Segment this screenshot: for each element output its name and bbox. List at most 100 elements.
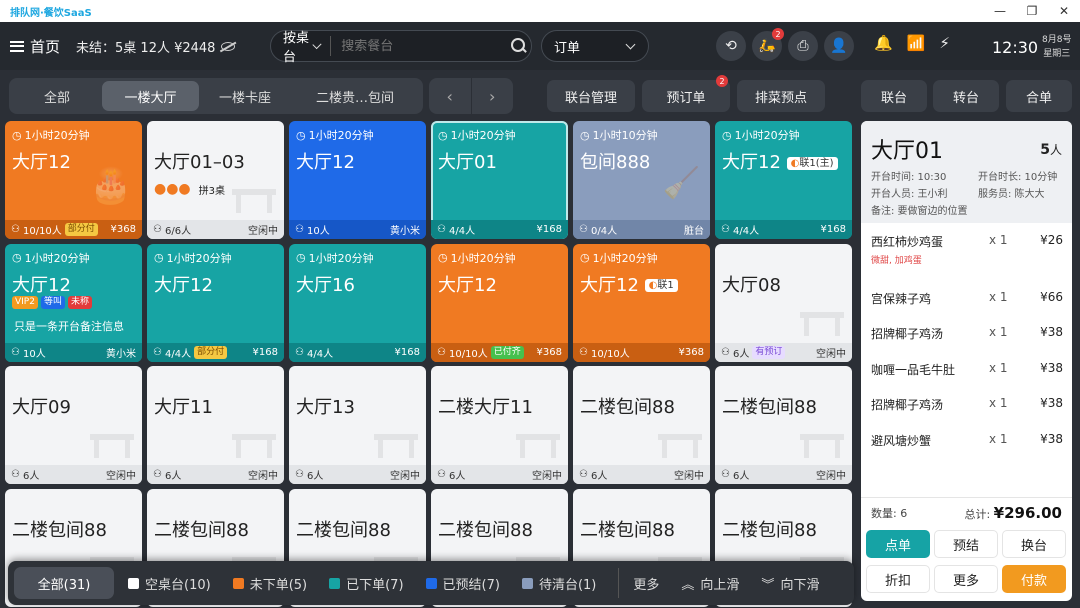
card-footer: ⚇ 10/10人 部分付 ¥368 <box>5 220 142 239</box>
card-footer: ⚇ 10人 黄小米 <box>5 342 142 362</box>
change-table-button[interactable]: 换台 <box>1002 530 1066 558</box>
table-name: 大厅12 <box>12 148 71 174</box>
table-card[interactable]: 大厅09 ⚇ 6人 空闲中 <box>5 366 142 484</box>
chevron-right-icon[interactable]: › <box>472 78 514 114</box>
item-count: 数量: 6 <box>871 506 908 520</box>
table-name-text: 大厅11 <box>154 397 213 418</box>
table-name: 二楼包间88 <box>438 516 533 542</box>
order-header: 大厅01 5人 开台时间: 10:30 开台时长: 10分钟 开台人员: 王小利… <box>861 121 1072 223</box>
more-button[interactable]: 更多 <box>934 565 998 593</box>
reservations-button[interactable]: 预订单 2 <box>642 75 730 112</box>
table-card[interactable]: 大厅11 ⚇ 6人 空闲中 <box>147 366 284 484</box>
reservations-badge: 2 <box>716 75 728 87</box>
table-card[interactable]: 二楼大厅11 ⚇ 6人 空闲中 <box>431 366 568 484</box>
scroll-down-label: 向下滑 <box>780 577 820 593</box>
joint-management-button[interactable]: 联台管理 <box>547 80 635 112</box>
table-card[interactable]: ◷ 1小时20分钟 大厅12 ◐联1(主) ⚇ 4/4人 ¥168 <box>715 121 852 239</box>
filter-empty-label: 空桌台(10) <box>145 577 211 593</box>
tab-first-floor-hall[interactable]: 一楼大厅 <box>102 81 199 111</box>
presettle-button[interactable]: 预结 <box>934 530 998 558</box>
transfer-table-button[interactable]: 转台 <box>933 80 999 112</box>
table-card[interactable]: 大厅01–03 ●●● 拼3桌 ⚇ 6/6人 空闲中 <box>147 121 284 239</box>
join-table-button[interactable]: 联台 <box>861 80 927 112</box>
table-filter-select[interactable]: 按桌台 <box>271 31 332 65</box>
filter-not-ordered[interactable]: 未下单(5) <box>232 574 307 593</box>
discount-button[interactable]: 折扣 <box>866 565 930 593</box>
table-card[interactable]: ◷ 1小时20分钟 大厅12 🎂 ⚇ 10/10人 部分付 ¥368 <box>5 121 142 239</box>
order-filter-select[interactable]: 订单 <box>541 30 649 62</box>
maximize-icon[interactable]: ❐ <box>1016 0 1048 22</box>
empty-swatch-icon <box>128 577 139 589</box>
table-card[interactable]: ◷ 1小时20分钟 大厅12 VIP2 等叫 未称 只是一条开台备注信息 ⚇ 10人 黄小米 <box>5 243 142 362</box>
payment-tag: 已付齐 <box>490 345 524 359</box>
scroll-down-button[interactable]: ︾ 向下滑 <box>761 574 819 593</box>
table-card[interactable]: ◷ 1小时20分钟 大厅12 ⚇ 10/10人 已付齐 ¥368 <box>431 243 568 362</box>
tab-second-floor-vip[interactable]: 二楼贵…包间 <box>291 81 419 111</box>
table-name: 大厅12 <box>438 271 497 297</box>
delivery-icon[interactable]: 🛵 2 <box>752 28 784 61</box>
order-button[interactable]: 点单 <box>866 530 930 558</box>
timer-text: 1小时10分钟 <box>592 129 658 142</box>
clock-icon: ◷ <box>722 128 732 142</box>
guests: ⚇ 6人 <box>579 467 607 482</box>
table-card[interactable]: ◷ 1小时10分钟 包间888 🧹 ⚇ 0/4人 脏台 <box>573 121 710 239</box>
refresh-icon[interactable]: ⟲ <box>716 31 746 61</box>
date-line-2: 星期三 <box>1043 49 1071 59</box>
guests-text: 6/6人 <box>164 226 192 237</box>
table-card[interactable]: ◷ 1小时20分钟 大厅12 ⚇ 4/4人 部分付 ¥168 <box>147 243 284 362</box>
item-qty: x 1 <box>989 233 1008 247</box>
table-card[interactable]: 大厅13 ⚇ 6人 空闲中 <box>289 366 426 484</box>
table-card[interactable]: ◷ 1小时20分钟 大厅12 ◐联1 ⚇ 10/10人 ¥368 <box>573 243 710 362</box>
item-name: 咖喱一品毛牛肚 <box>871 363 956 377</box>
pay-button[interactable]: 付款 <box>1002 565 1066 593</box>
home-button[interactable]: 首页 <box>10 36 60 57</box>
table-card[interactable]: ◷ 1小时20分钟 大厅16 ⚇ 4/4人 ¥168 <box>289 243 426 362</box>
table-name: 大厅12 ◐联1(主) <box>722 148 838 174</box>
table-name-text: 大厅08 <box>722 274 781 296</box>
person-icon: ⚇ <box>721 346 730 358</box>
timer-text: 1小时20分钟 <box>450 251 516 265</box>
person-icon: ⚇ <box>579 469 588 480</box>
bell-icon[interactable]: 🔔 <box>874 34 893 52</box>
table-card[interactable]: 大厅08 ⚇ 6人 有预订 空闲中 <box>715 243 852 362</box>
search-input[interactable] <box>331 38 512 54</box>
filter-ordered[interactable]: 已下单(7) <box>329 574 404 593</box>
filter-empty[interactable]: 空桌台(10) <box>128 574 211 593</box>
item-price: ¥38 <box>1040 396 1063 410</box>
filter-presettled[interactable]: 已预结(7) <box>425 574 500 593</box>
filter-all-button[interactable]: 全部(31) <box>14 567 114 599</box>
hide-amount-icon[interactable] <box>221 41 236 51</box>
merge-order-button[interactable]: 合单 <box>1006 80 1072 112</box>
person-icon: ⚇ <box>153 346 162 358</box>
timer: ◷ 1小时20分钟 <box>722 127 800 143</box>
more-filters-button[interactable]: 更多 <box>633 574 659 593</box>
cake-icon: 🎂 <box>89 166 132 206</box>
table-name-text: 二楼包间88 <box>722 519 817 541</box>
item-price: ¥66 <box>1040 290 1063 304</box>
search-icon[interactable] <box>511 38 525 54</box>
close-icon[interactable]: ✕ <box>1048 0 1080 22</box>
table-card[interactable]: 二楼包间88 ⚇ 6人 空闲中 <box>715 366 852 484</box>
chevron-left-icon[interactable]: ‹ <box>429 78 472 114</box>
printer-icon[interactable]: ⎙ <box>788 31 818 61</box>
minimize-icon[interactable]: — <box>984 0 1016 22</box>
guests-text: 4/4人 <box>448 226 476 237</box>
user-icon[interactable]: 👤 <box>824 31 854 61</box>
table-card[interactable]: ◷ 1小时20分钟 大厅01 ⚇ 4/4人 ¥168 <box>431 121 568 239</box>
open-time: 开台时间: 10:30 <box>871 172 947 183</box>
item-name: 招牌椰子鸡汤 <box>871 327 944 341</box>
delivery-badge: 2 <box>772 28 784 40</box>
table-card[interactable]: ◷ 1小时20分钟 大厅12 ⚇ 10人 黄小米 <box>289 121 426 239</box>
guests: ⚇ 0/4人 <box>579 222 617 237</box>
filter-to-clean[interactable]: 待清台(1) <box>521 574 596 593</box>
scroll-up-button[interactable]: ︽ 向上滑 <box>681 574 739 593</box>
customer-tag: 未称 <box>67 295 92 309</box>
person-icon: ⚇ <box>295 224 304 235</box>
table-card[interactable]: 二楼包间88 ⚇ 6人 空闲中 <box>573 366 710 484</box>
queue-dishes-button[interactable]: 排菜预点 <box>737 80 825 112</box>
filter-presettled-label: 已预结(7) <box>442 577 500 593</box>
tab-all[interactable]: 全部 <box>12 81 102 111</box>
guests-text: 6人 <box>306 471 324 482</box>
tab-first-floor-booth[interactable]: 一楼卡座 <box>199 81 291 111</box>
card-footer: ⚇ 6人 有预订 空闲中 <box>715 342 852 362</box>
